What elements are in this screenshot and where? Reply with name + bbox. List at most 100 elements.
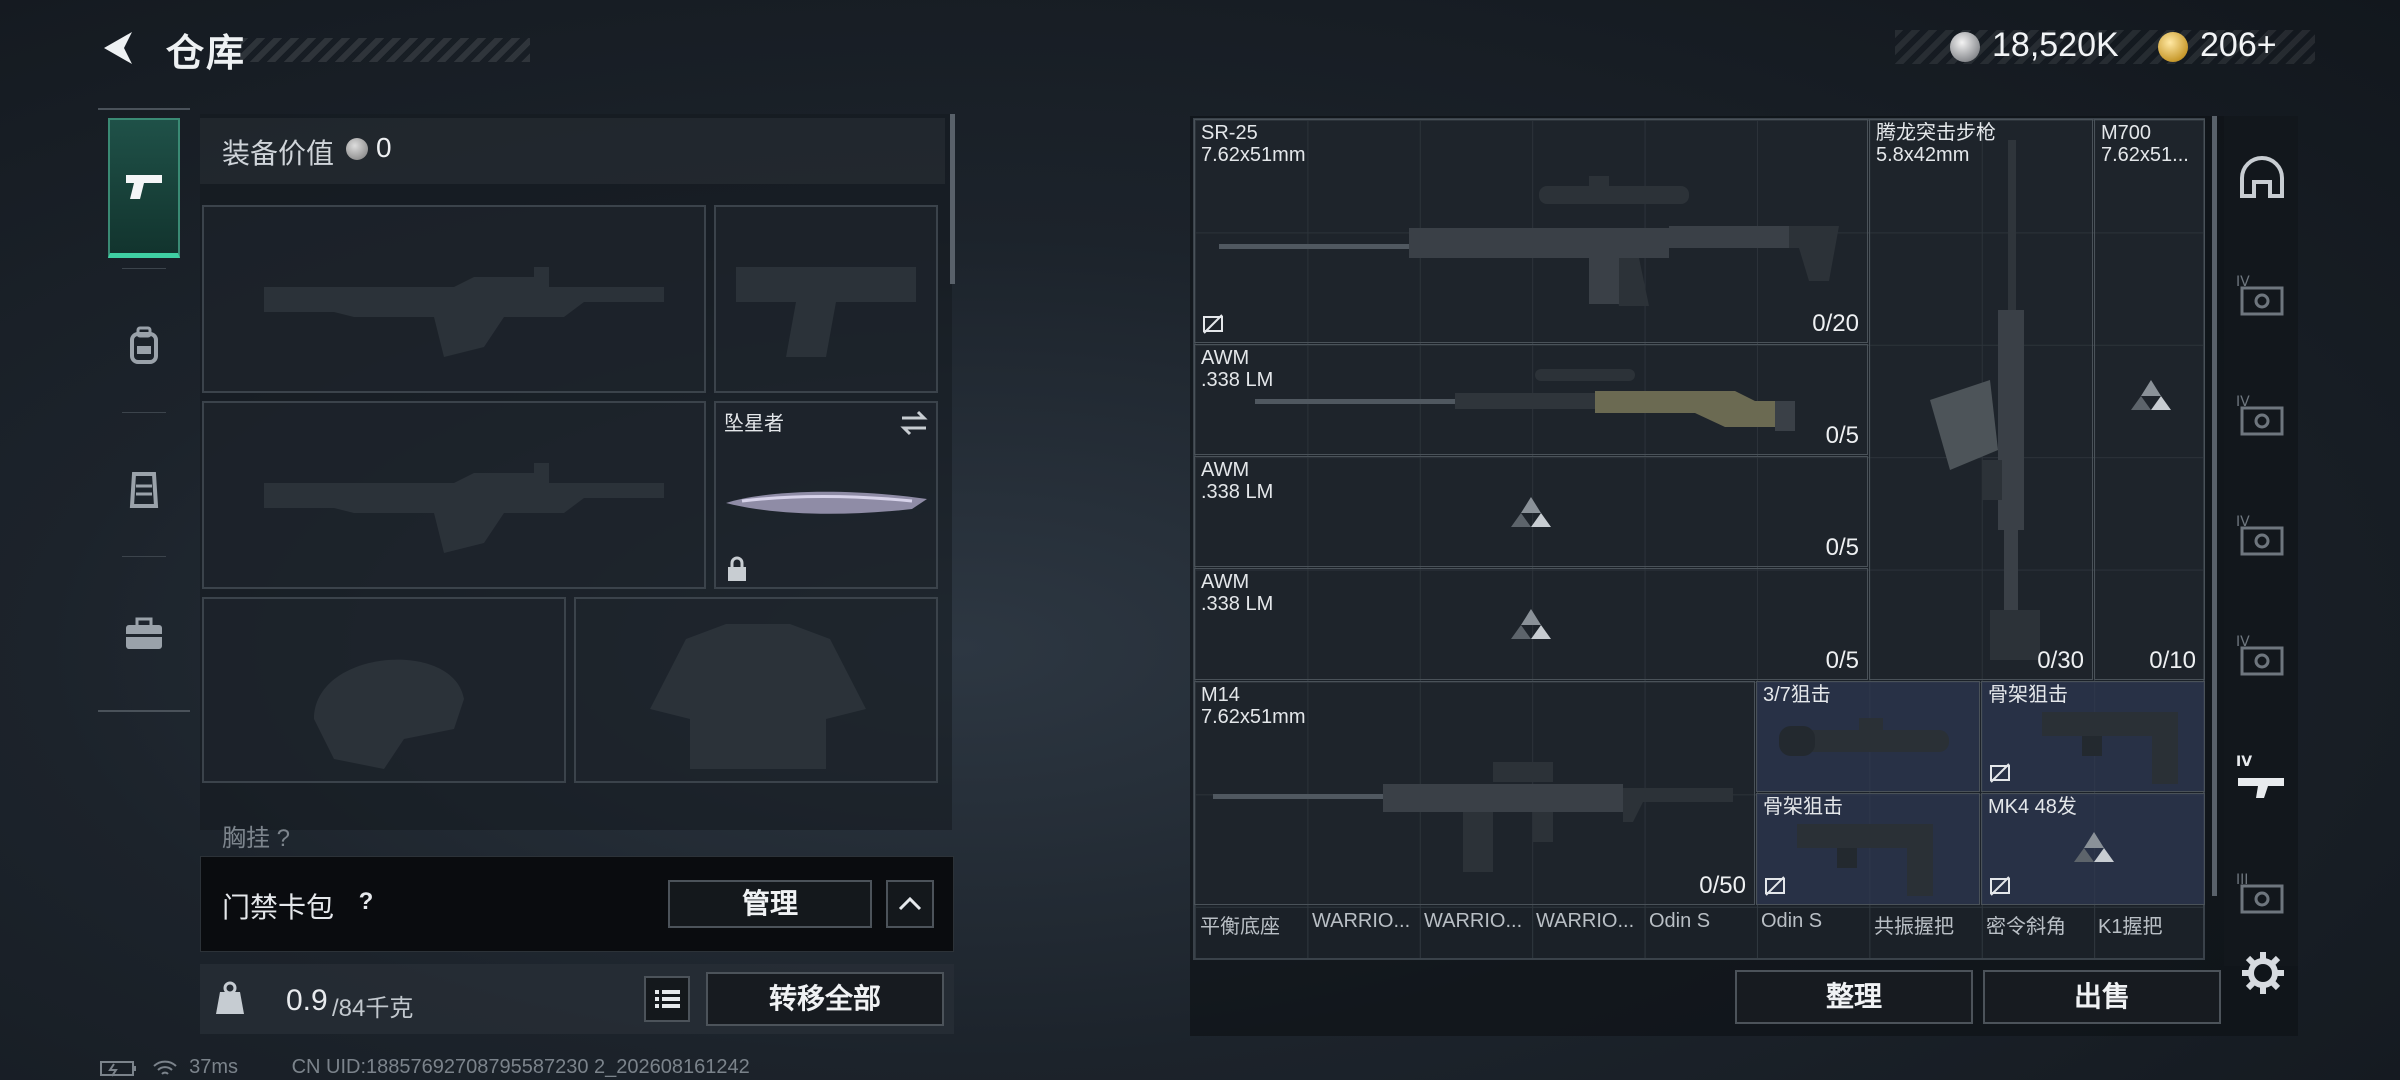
sort-button[interactable]: 整理 <box>1735 970 1973 1024</box>
lock-icon <box>728 556 746 581</box>
pistol-silhouette-icon <box>736 267 916 357</box>
item-awm-2[interactable]: AWM .338 LM 0/5 <box>1194 456 1868 567</box>
attachment-label[interactable]: WARRIO... <box>1424 910 1522 933</box>
sell-button[interactable]: 出售 <box>1983 970 2221 1024</box>
silver-amount: 18,520K <box>1992 26 2119 64</box>
tier-iv-case-icon[interactable]: IV <box>2234 508 2290 564</box>
helmet-silhouette-icon <box>314 659 464 769</box>
gear-icon[interactable] <box>2240 950 2286 996</box>
item-awm-3[interactable]: AWM .338 LM 0/5 <box>1194 568 1868 680</box>
equipment-value: 0 <box>376 132 392 163</box>
item-name: AWM <box>1201 347 1250 369</box>
item-sr25[interactable]: SR-25 7.62x51mm 0/20 <box>1194 119 1868 343</box>
gold-amount[interactable]: 206+ <box>2200 26 2277 65</box>
attachment-label[interactable]: K1握把 <box>2098 910 2162 939</box>
collapse-button[interactable] <box>886 880 934 928</box>
item-skeleton-stock-1[interactable]: 骨架狙击 <box>1981 681 2205 792</box>
attachment-label[interactable]: WARRIO... <box>1536 910 1634 933</box>
attachment-label[interactable]: Odin S <box>1649 910 1710 933</box>
tier-iv-case-icon[interactable]: IV <box>2234 628 2290 684</box>
item-skeleton-stock-2[interactable]: 骨架狙击 <box>1756 793 1980 905</box>
primary-weapon-slot-2[interactable] <box>202 401 706 589</box>
back-arrow-icon[interactable] <box>96 26 140 70</box>
item-m14[interactable]: M14 7.62x51mm 0/50 <box>1194 681 1755 905</box>
item-name: SR-25 <box>1201 122 1258 144</box>
chest-rig-label: 胸挂 ? <box>222 825 291 852</box>
equipment-scrollbar[interactable] <box>950 114 955 284</box>
armor-slot[interactable] <box>574 597 938 783</box>
attachment-label[interactable]: Odin S <box>1761 910 1822 933</box>
knife-icon <box>726 491 927 514</box>
list-icon <box>655 990 680 1008</box>
tab-case[interactable] <box>108 564 180 704</box>
transfer-all-button[interactable]: 转移全部 <box>706 972 944 1026</box>
item-tenglong-rifle[interactable]: 腾龙突击步枪 5.8x42mm 0/30 <box>1869 119 2093 680</box>
battery-icon <box>100 1060 136 1077</box>
item-name: M700 <box>2101 122 2152 144</box>
title-stripe <box>240 38 530 62</box>
tier-iv-case-icon[interactable]: IV <box>2234 388 2290 444</box>
manage-button[interactable]: 管理 <box>668 880 872 928</box>
melee-slot[interactable]: 坠星者 <box>714 401 938 589</box>
attachment-label[interactable]: 平衡底座 <box>1200 910 1280 939</box>
placeholder-triangles-icon <box>1511 497 1551 527</box>
weight-current: 0.9 <box>286 984 328 1017</box>
helmet-icon[interactable] <box>2234 150 2290 206</box>
backpack-icon <box>130 326 158 364</box>
item-m700[interactable]: M700 7.62x51... 0/10 <box>2094 119 2205 680</box>
silver-coin-icon <box>346 138 368 160</box>
primary-weapon-slot-1[interactable] <box>202 205 706 393</box>
no-sell-icon <box>1990 876 2010 896</box>
item-mk4-48-mag[interactable]: MK4 48发 <box>1981 793 2205 905</box>
sidearm-slot[interactable] <box>714 205 938 393</box>
item-caliber: .338 LM <box>1201 481 1274 503</box>
ammo-count: 0/30 <box>2037 647 2084 674</box>
attachment-label[interactable]: 密令斜角 <box>1986 910 2066 939</box>
tab-firearms[interactable] <box>108 118 180 258</box>
pistol-icon <box>126 174 162 199</box>
placeholder-triangles-icon <box>2074 832 2114 862</box>
page-title: 仓库 <box>166 33 247 75</box>
weight-max: /84千克 <box>332 995 414 1022</box>
tab-vest[interactable] <box>108 420 180 560</box>
item-caliber: .338 LM <box>1201 593 1274 615</box>
ammo-count: 0/10 <box>2149 647 2196 674</box>
stock-icon <box>1797 824 1933 896</box>
tier-iii-case-icon[interactable]: III <box>2234 866 2290 922</box>
item-name: AWM <box>1201 571 1250 593</box>
swap-arrows-icon[interactable] <box>898 409 930 437</box>
attachment-label[interactable]: 共振握把 <box>1874 910 1954 939</box>
assault-rifle-icon <box>1930 140 2040 660</box>
melee-name: 坠星者 <box>724 413 784 435</box>
weight-kg-icon <box>216 981 244 1014</box>
uid-text: CN UID:18857692708795587230 2_2026081612… <box>291 1056 750 1078</box>
ammo-count: 0/5 <box>1825 422 1859 449</box>
rifle-silhouette-icon <box>264 463 664 553</box>
keycard-wallet-label: 门禁卡包 <box>222 892 335 923</box>
item-awm-1[interactable]: AWM .338 LM 0/5 <box>1194 344 1868 455</box>
no-sell-icon <box>1203 314 1223 334</box>
chevron-up-icon <box>898 896 922 911</box>
placeholder-triangles-icon <box>1511 609 1551 639</box>
item-name: 3/7狙击 <box>1763 684 1831 706</box>
m14-rifle-icon <box>1213 762 1733 872</box>
vest-icon <box>129 472 159 508</box>
svg-text:IV: IV <box>2236 754 2252 770</box>
item-scope-3-7x[interactable]: 3/7狙击 <box>1756 681 1980 792</box>
wifi-icon <box>152 1060 177 1075</box>
item-caliber: 7.62x51mm <box>1201 706 1306 728</box>
tab-backpack[interactable] <box>108 276 180 416</box>
help-icon[interactable]: ? <box>350 886 382 918</box>
tier-iv-rifle-icon[interactable]: IV <box>2234 748 2290 804</box>
attachment-label[interactable]: WARRIO... <box>1312 910 1410 933</box>
rifle-silhouette-icon <box>264 267 664 357</box>
ping-value: 37ms <box>189 1056 239 1078</box>
armor-silhouette-icon <box>650 624 866 769</box>
no-sell-icon <box>1990 763 2010 783</box>
scope-icon <box>1779 718 1949 756</box>
tier-iv-case-icon[interactable]: IV <box>2234 268 2290 324</box>
warehouse-scrollbar[interactable] <box>2212 116 2217 896</box>
helmet-slot[interactable] <box>202 597 566 783</box>
silver-coin-icon <box>1950 32 1980 62</box>
list-view-button[interactable] <box>644 976 690 1022</box>
